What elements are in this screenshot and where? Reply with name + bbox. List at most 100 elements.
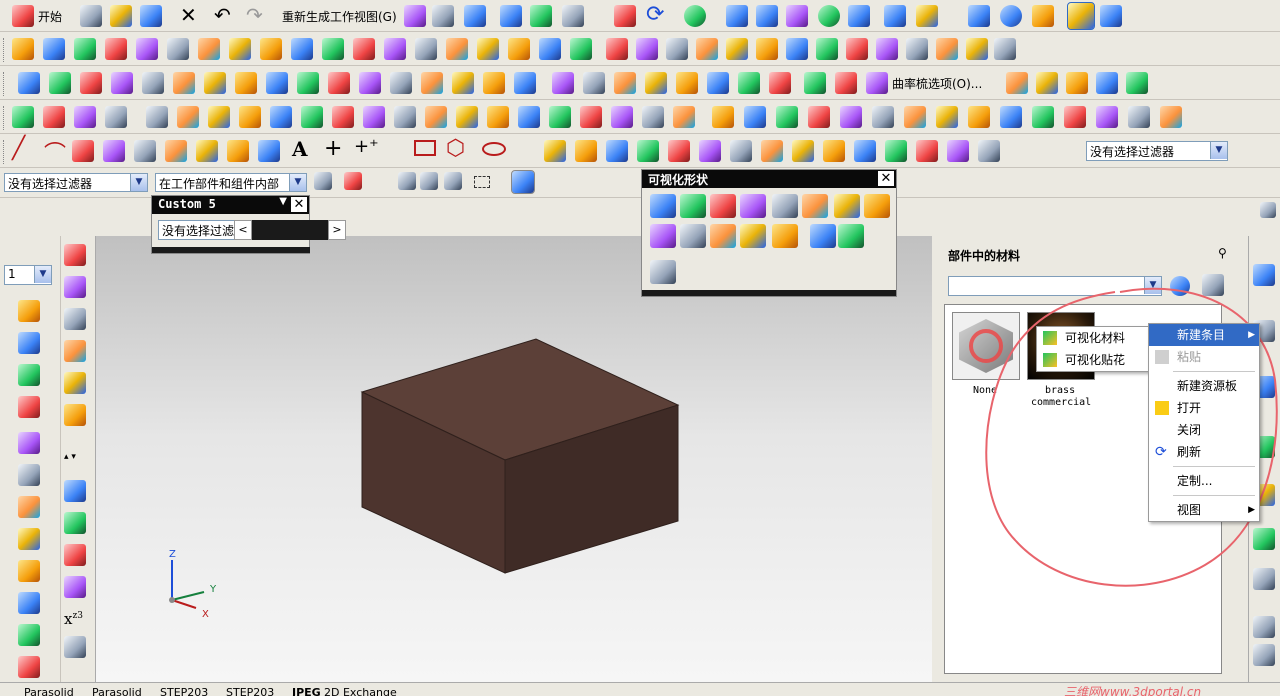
delete-icon[interactable]: ✕ bbox=[180, 3, 197, 27]
tool-icon[interactable] bbox=[415, 38, 437, 60]
tool-icon[interactable] bbox=[204, 72, 226, 94]
tool-icon[interactable] bbox=[258, 140, 280, 162]
tool-icon[interactable] bbox=[650, 224, 676, 248]
tool-icon[interactable] bbox=[72, 140, 94, 162]
tool-icon[interactable] bbox=[332, 106, 354, 128]
custom5-scroll-left[interactable]: < bbox=[234, 220, 252, 240]
snap-icon[interactable] bbox=[404, 5, 426, 27]
tool-icon[interactable] bbox=[730, 140, 752, 162]
tool-icon[interactable] bbox=[456, 106, 478, 128]
tool-icon[interactable] bbox=[18, 72, 40, 94]
menu-paste[interactable]: 粘贴 bbox=[1149, 346, 1259, 368]
text-icon[interactable]: A bbox=[292, 137, 308, 161]
tool-icon[interactable] bbox=[808, 106, 830, 128]
rotate-icon[interactable] bbox=[464, 5, 486, 27]
tool-icon[interactable] bbox=[136, 38, 158, 60]
tool-icon[interactable] bbox=[802, 194, 828, 218]
tool-icon[interactable] bbox=[80, 72, 102, 94]
status-item[interactable]: Parasolid bbox=[24, 686, 74, 696]
tool-icon[interactable] bbox=[676, 72, 698, 94]
tool-icon[interactable] bbox=[235, 72, 257, 94]
tool-icon[interactable] bbox=[1066, 72, 1088, 94]
tool-icon[interactable] bbox=[134, 140, 156, 162]
dropdown-icon[interactable]: ▼ bbox=[289, 174, 306, 191]
tool-icon[interactable] bbox=[680, 224, 706, 248]
menu-refresh[interactable]: ⟳ 刷新 bbox=[1149, 441, 1259, 463]
line-icon[interactable]: ╱ bbox=[12, 136, 25, 161]
xz-icon[interactable]: xz3 bbox=[64, 610, 83, 628]
render-icon[interactable] bbox=[1100, 5, 1122, 27]
tool-icon[interactable] bbox=[744, 106, 766, 128]
tool-icon[interactable] bbox=[177, 106, 199, 128]
tool-icon[interactable] bbox=[699, 140, 721, 162]
tool-icon[interactable] bbox=[823, 140, 845, 162]
tool-icon[interactable] bbox=[804, 72, 826, 94]
tool-icon[interactable] bbox=[64, 480, 86, 502]
tool-icon[interactable] bbox=[570, 38, 592, 60]
regenerate-work-view-button[interactable]: 重新生成工作视图(G) bbox=[282, 8, 397, 25]
tool-icon[interactable] bbox=[18, 624, 40, 646]
selection-scope-select[interactable]: 在工作部件和组件内部 ▼ bbox=[155, 173, 307, 192]
tool-icon[interactable] bbox=[906, 38, 928, 60]
layer-icon[interactable] bbox=[968, 5, 990, 27]
tool-icon[interactable] bbox=[165, 140, 187, 162]
tool-icon[interactable] bbox=[359, 72, 381, 94]
tool-icon[interactable] bbox=[18, 364, 40, 386]
tool-icon[interactable] bbox=[712, 106, 734, 128]
tool-icon[interactable] bbox=[834, 194, 860, 218]
tool-icon[interactable] bbox=[772, 194, 798, 218]
arc-icon[interactable]: ⌒ bbox=[44, 136, 66, 167]
tool-icon[interactable] bbox=[936, 38, 958, 60]
tool-icon[interactable] bbox=[680, 194, 706, 218]
tool-icon[interactable] bbox=[776, 106, 798, 128]
tool-icon[interactable] bbox=[425, 106, 447, 128]
sphere-icon[interactable] bbox=[818, 5, 840, 27]
tool-icon[interactable] bbox=[227, 140, 249, 162]
resource-tab-icon[interactable] bbox=[1253, 644, 1275, 666]
tool-icon[interactable] bbox=[866, 72, 888, 94]
custom5-filter-combo[interactable]: 没有选择过滤 bbox=[158, 220, 236, 240]
start-menu-icon[interactable] bbox=[12, 5, 34, 27]
select-face-icon[interactable] bbox=[420, 172, 438, 190]
tool-icon[interactable] bbox=[636, 38, 658, 60]
tool-icon[interactable] bbox=[18, 464, 40, 486]
menu-view[interactable]: 视图 ▶ bbox=[1149, 499, 1259, 521]
tool-icon[interactable] bbox=[864, 194, 890, 218]
tool-icon[interactable] bbox=[740, 224, 766, 248]
tool-icon[interactable] bbox=[1036, 72, 1058, 94]
type-filter-select[interactable]: 没有选择过滤器 ▼ bbox=[4, 173, 148, 192]
filter-select-right[interactable]: 没有选择过滤器 ▼ bbox=[1086, 141, 1228, 161]
tool-icon[interactable] bbox=[756, 38, 778, 60]
view-flip-icon[interactable] bbox=[848, 5, 870, 27]
status-item[interactable]: 2D Exchange bbox=[324, 686, 397, 696]
status-item[interactable]: STEP203 bbox=[160, 686, 208, 696]
tool-icon[interactable] bbox=[769, 72, 791, 94]
general-select-icon[interactable] bbox=[314, 172, 332, 190]
close-icon[interactable]: ✕ bbox=[878, 171, 894, 186]
open-folder-icon[interactable] bbox=[110, 5, 132, 27]
rectangle-icon[interactable] bbox=[414, 140, 436, 156]
tool-icon[interactable] bbox=[1000, 106, 1022, 128]
tool-icon[interactable] bbox=[904, 106, 926, 128]
tool-icon[interactable] bbox=[575, 140, 597, 162]
tool-icon[interactable] bbox=[421, 72, 443, 94]
tool-icon[interactable] bbox=[726, 38, 748, 60]
graphics-viewport[interactable]: Z Y X bbox=[96, 236, 932, 682]
custom5-titlebar[interactable]: Custom 5 ▼ ✕ bbox=[152, 196, 309, 214]
tool-icon[interactable] bbox=[668, 140, 690, 162]
resource-tab-icon[interactable] bbox=[1253, 616, 1275, 638]
binoculars-icon[interactable] bbox=[562, 5, 584, 27]
undo-icon[interactable]: ↶ bbox=[214, 3, 231, 27]
tool-icon[interactable] bbox=[18, 300, 40, 322]
tool-icon[interactable] bbox=[146, 106, 168, 128]
tool-icon[interactable] bbox=[353, 38, 375, 60]
tool-icon[interactable] bbox=[673, 106, 695, 128]
dropdown-icon[interactable]: ▼ bbox=[130, 174, 147, 191]
menu-new-entry[interactable]: 新建条目 ▶ bbox=[1149, 324, 1259, 346]
tool-icon[interactable] bbox=[394, 106, 416, 128]
window-icon[interactable] bbox=[432, 5, 454, 27]
menu-close[interactable]: 关闭 bbox=[1149, 419, 1259, 441]
tool-icon[interactable] bbox=[792, 140, 814, 162]
wireframe-icon[interactable] bbox=[786, 5, 808, 27]
tool-icon[interactable] bbox=[43, 38, 65, 60]
